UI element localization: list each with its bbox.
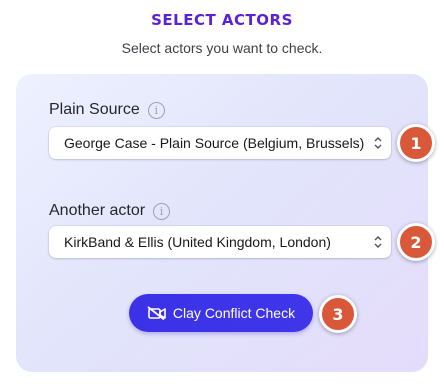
info-icon[interactable]: i [147,101,165,119]
another-actor-select[interactable]: KirkBand & Ellis (United Kingdom, London… [49,226,391,258]
select-chevrons-icon [374,137,382,149]
another-actor-label: Another actor i [49,202,171,220]
plain-source-selected-value: George Case - Plain Source (Belgium, Bru… [64,135,365,151]
page-title: SELECT ACTORS [151,11,293,29]
check-button-label: Clay Conflict Check [172,305,296,321]
info-icon[interactable]: i [153,202,171,220]
step-badge-2: 2 [397,223,435,261]
step-badge-3: 3 [319,295,357,333]
no-video-icon [147,306,166,320]
select-actors-page: SELECT ACTORS Select actors you want to … [0,0,444,384]
plain-source-label-text: Plain Source [49,101,140,118]
step-badge-1: 1 [397,124,435,162]
plain-source-label: Plain Source i [49,101,165,119]
page-subtitle: Select actors you want to check. [121,40,323,56]
plain-source-select[interactable]: George Case - Plain Source (Belgium, Bru… [49,127,391,159]
another-actor-label-text: Another actor [49,202,146,219]
clay-conflict-check-button[interactable]: Clay Conflict Check [129,294,313,332]
another-actor-selected-value: KirkBand & Ellis (United Kingdom, London… [64,234,331,250]
select-chevrons-icon [374,236,382,248]
